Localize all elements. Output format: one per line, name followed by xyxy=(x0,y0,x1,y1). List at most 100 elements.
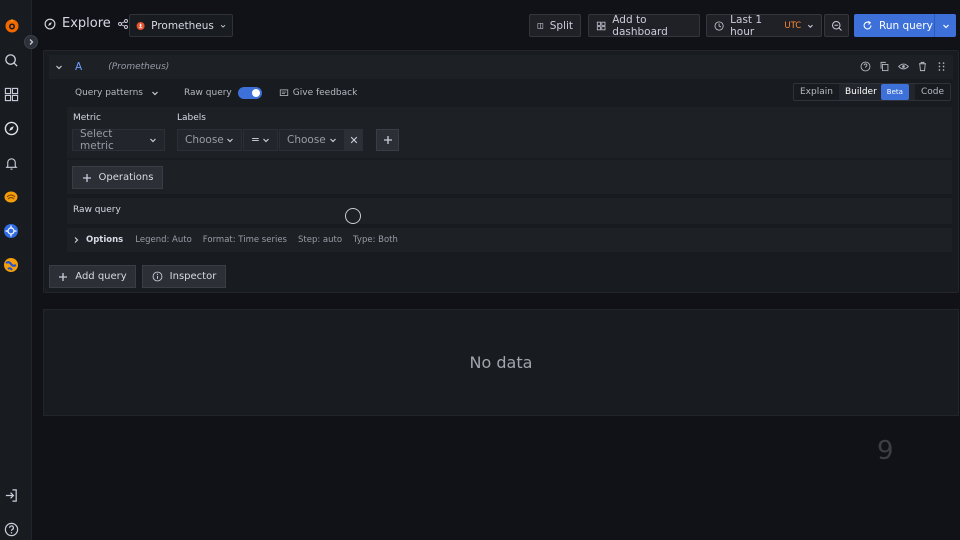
time-range-picker[interactable]: Last 1 hour UTC xyxy=(706,13,822,38)
results-panel: No data xyxy=(43,309,959,416)
option-legend: Legend: Auto xyxy=(135,235,192,245)
explore-toolbar: Explore Prometheus Split Add to dashboar… xyxy=(32,0,960,50)
inspector-button[interactable]: Inspector xyxy=(142,265,226,288)
query-row-header[interactable]: A (Prometheus) xyxy=(49,55,953,79)
inspector-label: Inspector xyxy=(169,271,217,282)
label-key-placeholder: Choose xyxy=(185,134,224,146)
chevron-right-icon xyxy=(29,39,34,45)
clock-icon xyxy=(714,20,724,31)
info-circle-icon xyxy=(152,271,163,282)
share-icon[interactable] xyxy=(117,18,129,30)
split-label: Split xyxy=(549,19,573,32)
apps-icon xyxy=(596,21,606,30)
mode-builder[interactable]: Builder Beta xyxy=(838,84,915,100)
plus-icon xyxy=(59,272,68,281)
query-ref-id[interactable]: A xyxy=(75,61,82,73)
no-data-message: No data xyxy=(469,353,533,372)
add-to-dashboard-label: Add to dashboard xyxy=(612,13,668,38)
remove-label-button[interactable]: ✕ xyxy=(345,129,363,151)
query-options-row[interactable]: Options Legend: Auto Format: Time series… xyxy=(67,228,952,252)
datasource-name: Prometheus xyxy=(151,19,214,32)
metric-label: Metric xyxy=(73,113,101,123)
datasource-picker[interactable]: Prometheus xyxy=(129,14,233,37)
prometheus-icon xyxy=(136,21,145,30)
help-icon[interactable] xyxy=(3,521,19,537)
beta-badge: Beta xyxy=(880,84,909,100)
labels-label: Labels xyxy=(177,113,206,123)
give-feedback-link[interactable]: Give feedback xyxy=(279,88,358,98)
query-datasource-name: (Prometheus) xyxy=(108,62,170,72)
add-query-label: Add query xyxy=(75,271,127,282)
query-options-bar: Query patterns Raw query Give feedback E… xyxy=(49,83,953,103)
run-query-button[interactable]: Run query xyxy=(854,14,956,37)
trash-icon[interactable] xyxy=(917,61,928,72)
operations-label: Operations xyxy=(98,172,154,183)
dashboards-icon[interactable] xyxy=(3,86,19,102)
chevron-down-icon xyxy=(152,91,158,96)
sign-in-icon[interactable] xyxy=(3,487,19,503)
alerting-bell-icon[interactable] xyxy=(3,155,19,171)
close-icon: ✕ xyxy=(349,133,359,147)
explore-compass-icon[interactable] xyxy=(3,120,19,136)
kubernetes-icon[interactable] xyxy=(3,223,19,239)
label-operator-value: = xyxy=(251,134,260,146)
eye-icon[interactable] xyxy=(898,61,909,72)
time-range-label: Last 1 hour xyxy=(730,13,763,38)
page-title-text: Explore xyxy=(62,16,111,31)
query-patterns-dropdown[interactable]: Query patterns xyxy=(75,88,159,98)
add-label-button[interactable] xyxy=(376,129,399,151)
raw-query-section: Raw query xyxy=(67,198,952,224)
chevron-right-icon xyxy=(74,237,79,243)
sidebar-expand-button[interactable] xyxy=(24,35,38,49)
query-patterns-label: Query patterns xyxy=(75,88,143,98)
raw-query-toggle[interactable] xyxy=(237,87,262,99)
option-type: Type: Both xyxy=(353,235,398,245)
split-button[interactable]: Split xyxy=(529,14,581,37)
drag-handle-icon[interactable] xyxy=(936,61,947,72)
overlay-step-number: 9 xyxy=(877,436,894,466)
add-to-dashboard-button[interactable]: Add to dashboard xyxy=(588,13,700,38)
chevron-down-icon xyxy=(942,24,949,28)
add-query-button[interactable]: Add query xyxy=(49,265,136,288)
label-operator-select[interactable]: = xyxy=(243,129,278,151)
mode-explain[interactable]: Explain xyxy=(794,84,839,100)
add-operation-button[interactable]: Operations xyxy=(72,166,163,189)
mode-code[interactable]: Code xyxy=(915,84,950,100)
operations-section: Operations xyxy=(67,160,952,194)
zoom-out-icon xyxy=(831,20,842,31)
zoom-out-button[interactable] xyxy=(824,14,849,37)
label-value-select[interactable]: Choose xyxy=(279,129,345,151)
options-title: Options xyxy=(86,235,124,245)
chevron-down-icon xyxy=(227,138,233,143)
split-columns-icon xyxy=(537,22,544,29)
mode-builder-label: Builder xyxy=(844,87,877,97)
query-editor-panel: A (Prometheus) Query patterns Raw query … xyxy=(43,50,959,293)
run-query-dropdown[interactable] xyxy=(934,14,956,37)
label-value-placeholder: Choose xyxy=(287,134,326,146)
ml-brain-icon[interactable] xyxy=(3,189,19,205)
timezone-badge: UTC xyxy=(784,20,802,31)
option-step: Step: auto xyxy=(297,235,343,245)
grafana-logo-icon[interactable] xyxy=(3,17,21,35)
page-title: Explore xyxy=(44,16,129,31)
chevron-down-icon xyxy=(808,24,814,28)
editor-mode-switch: Explain Builder Beta Code xyxy=(793,83,951,101)
cursor-indicator xyxy=(345,208,361,224)
chevron-down-icon xyxy=(263,138,269,143)
search-icon[interactable] xyxy=(3,52,19,68)
metric-select[interactable]: Select metric xyxy=(72,128,165,152)
help-circle-icon[interactable] xyxy=(860,61,871,72)
label-key-select[interactable]: Choose xyxy=(177,129,242,151)
option-format: Format: Time series xyxy=(202,235,287,245)
give-feedback-label: Give feedback xyxy=(292,88,358,98)
chevron-down-icon xyxy=(220,24,226,28)
raw-query-title: Raw query xyxy=(73,205,121,215)
chevron-down-icon xyxy=(330,138,336,143)
globe-icon[interactable] xyxy=(3,257,19,273)
raw-query-toggle-label: Raw query xyxy=(183,88,232,98)
query-builder: Metric Select metric Labels Choose = Cho… xyxy=(67,107,952,158)
comment-icon xyxy=(279,89,288,96)
chevron-down-icon[interactable] xyxy=(55,63,63,71)
copy-icon[interactable] xyxy=(879,61,890,72)
chevron-down-icon xyxy=(150,138,156,143)
